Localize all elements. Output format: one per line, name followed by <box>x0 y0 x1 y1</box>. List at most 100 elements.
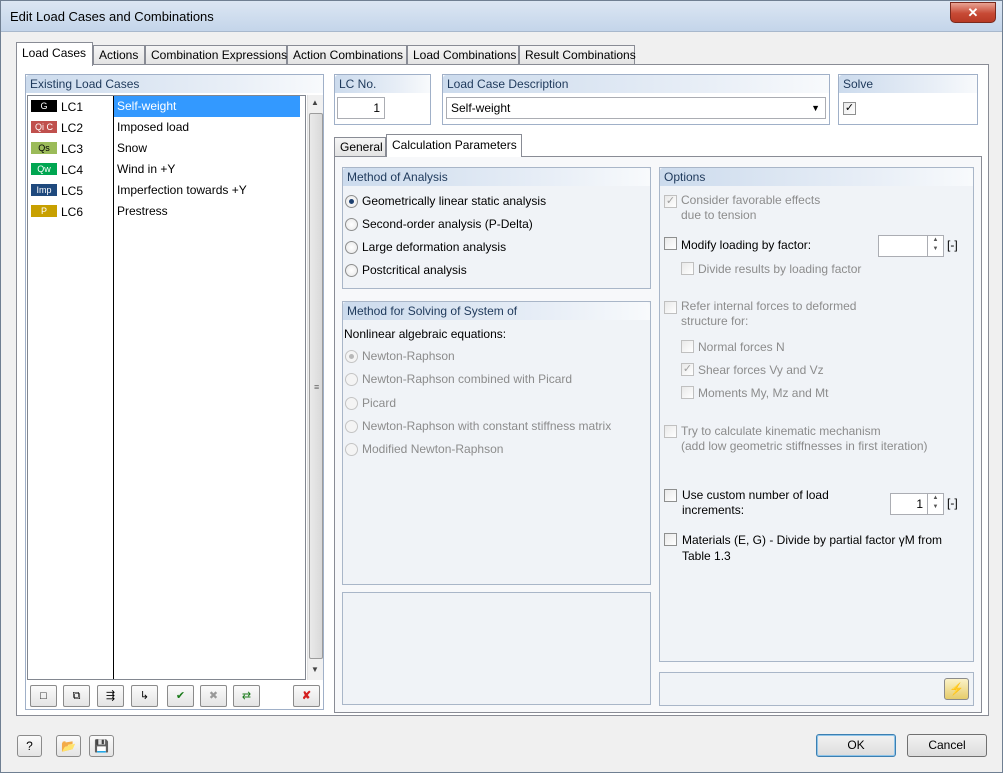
options-header: Options <box>660 168 973 186</box>
radio-linear-static-label: Geometrically linear static analysis <box>362 194 547 208</box>
lc-description-select[interactable]: Self-weight ▼ <box>446 97 826 119</box>
load-case-description: Prestress <box>117 204 168 218</box>
method-for-solving-group: Method for Solving of System of Nonlinea… <box>342 301 651 585</box>
spin-arrows-icon[interactable]: ▲ ▼ <box>927 236 943 256</box>
radio-second-order[interactable] <box>345 218 358 231</box>
list-item[interactable]: Qs LC3 Snow <box>28 138 305 159</box>
lc-no-input[interactable]: 1 <box>337 97 385 119</box>
open-icon: 📂 <box>61 739 76 753</box>
tab-result-combinations[interactable]: Result Combinations <box>519 45 636 65</box>
radio-picard-label: Picard <box>362 396 397 410</box>
delete-button[interactable]: ✘ <box>293 685 320 707</box>
cancel-button[interactable]: Cancel <box>907 734 987 757</box>
list-item[interactable]: Imp LC5 Imperfection towards +Y <box>28 180 305 201</box>
divide-results-label: Divide results by loading factor <box>698 262 862 276</box>
window-title: Edit Load Cases and Combinations <box>10 9 214 24</box>
load-case-description: Snow <box>117 141 148 155</box>
radio-postcritical-label: Postcritical analysis <box>362 263 467 277</box>
radio-newton-picard-label: Newton-Raphson combined with Picard <box>362 372 573 386</box>
chevron-down-icon[interactable]: ▼ <box>811 98 820 118</box>
divide-results-checkbox[interactable] <box>681 262 694 275</box>
lc-description-value: Self-weight <box>451 101 511 115</box>
tab-action-combinations[interactable]: Action Combinations <box>287 45 407 65</box>
uncheck-button[interactable]: ✖ <box>200 685 227 707</box>
export-icon: ⇄ <box>241 690 252 702</box>
new-load-case-button[interactable]: □ <box>30 685 57 707</box>
grip-icon: ≡ <box>314 382 320 392</box>
copy-load-case-button[interactable]: ⧉ <box>63 685 90 707</box>
lc-description-label: Load Case Description <box>443 75 829 93</box>
tab-load-cases[interactable]: Load Cases <box>16 42 93 66</box>
check-all-button[interactable]: ✔ <box>167 685 194 707</box>
load-type-badge: Qi C <box>31 121 57 133</box>
tab-load-combinations[interactable]: Load Combinations <box>407 45 519 65</box>
shear-forces-checkbox[interactable]: ✓ <box>681 363 694 376</box>
radio-modified-newton-label: Modified Newton-Raphson <box>362 442 504 456</box>
scroll-down-icon[interactable]: ▼ <box>311 665 319 674</box>
generate-icon: ⇶ <box>105 690 116 702</box>
help-button[interactable]: ? <box>17 735 42 757</box>
favorable-effects-checkbox[interactable]: ✓ <box>664 195 677 208</box>
solve-checkbox[interactable]: ✓ <box>843 102 856 115</box>
export-button[interactable]: ⇄ <box>233 685 260 707</box>
increments-input[interactable]: 1 ▲ ▼ <box>890 493 944 515</box>
scroll-up-icon[interactable]: ▲ <box>311 98 319 107</box>
open-button[interactable]: 📂 <box>56 735 81 757</box>
load-case-number: LC6 <box>61 205 84 219</box>
lc-description-group: Load Case Description Self-weight ▼ <box>442 74 830 125</box>
load-case-list[interactable]: G LC1 Self-weight Qi C LC2 Imposed load … <box>27 95 306 680</box>
renumber-icon: ↳ <box>139 690 150 702</box>
radio-constant-stiffness-label: Newton-Raphson with constant stiffness m… <box>362 419 612 433</box>
materials-partial-factor-checkbox[interactable] <box>664 533 677 546</box>
loading-factor-input[interactable]: ▲ ▼ <box>878 235 944 257</box>
tab-calculation-parameters[interactable]: Calculation Parameters <box>386 134 522 157</box>
list-item[interactable]: P LC6 Prestress <box>28 201 305 222</box>
radio-picard[interactable] <box>345 397 358 410</box>
spin-arrows-icon[interactable]: ▲ ▼ <box>927 494 943 514</box>
load-case-number: LC2 <box>61 121 84 135</box>
generate-button[interactable]: ⇶ <box>97 685 124 707</box>
tab-actions[interactable]: Actions <box>93 45 145 65</box>
help-icon: ? <box>26 739 33 753</box>
method-of-analysis-header: Method of Analysis <box>343 168 650 186</box>
load-type-badge: Imp <box>31 184 57 196</box>
radio-newton-picard[interactable] <box>345 373 358 386</box>
save-button[interactable]: 💾 <box>89 735 114 757</box>
normal-forces-checkbox[interactable] <box>681 340 694 353</box>
favorable-effects-label: Consider favorable effects <box>681 193 821 207</box>
tab-combination-expressions[interactable]: Combination Expressions <box>145 45 287 65</box>
radio-linear-static[interactable] <box>345 195 358 208</box>
radio-newton-raphson[interactable] <box>345 350 358 363</box>
close-button[interactable]: ✕ <box>950 2 996 23</box>
ok-button[interactable]: OK <box>816 734 896 757</box>
loading-factor-unit: [-] <box>947 238 958 252</box>
list-scrollbar[interactable]: ▲ ≡ ▼ <box>307 95 323 680</box>
radio-large-deformation[interactable] <box>345 241 358 254</box>
tab-general[interactable]: General <box>334 137 386 157</box>
list-item[interactable]: Qi C LC2 Imposed load <box>28 117 305 138</box>
modify-loading-label: Modify loading by factor: <box>681 238 812 252</box>
custom-increments-label-2: increments: <box>682 503 745 517</box>
radio-constant-stiffness[interactable] <box>345 420 358 433</box>
load-case-description: Imposed load <box>117 120 190 134</box>
load-case-number: LC5 <box>61 184 84 198</box>
method-of-analysis-group: Method of Analysis Geometrically linear … <box>342 167 651 289</box>
load-case-description: Wind in +Y <box>117 162 176 176</box>
list-item[interactable]: G LC1 Self-weight <box>28 96 305 117</box>
lc-no-label: LC No. <box>335 75 430 93</box>
custom-increments-label: Use custom number of load <box>682 488 829 502</box>
details-button[interactable]: ⚡ <box>944 678 969 700</box>
radio-postcritical[interactable] <box>345 264 358 277</box>
custom-increments-checkbox[interactable] <box>664 489 677 502</box>
modify-loading-checkbox[interactable] <box>664 237 677 250</box>
favorable-effects-label-2: due to tension <box>681 208 757 222</box>
kinematic-mechanism-checkbox[interactable] <box>664 425 677 438</box>
list-item[interactable]: Qw LC4 Wind in +Y <box>28 159 305 180</box>
renumber-button[interactable]: ↳ <box>131 685 158 707</box>
moments-checkbox[interactable] <box>681 386 694 399</box>
scroll-thumb[interactable]: ≡ <box>309 113 323 659</box>
radio-modified-newton[interactable] <box>345 443 358 456</box>
kinematic-mechanism-label: Try to calculate kinematic mechanism <box>681 424 881 438</box>
copy-load-case-icon: ⧉ <box>72 690 81 702</box>
refer-internal-forces-checkbox[interactable] <box>664 301 677 314</box>
